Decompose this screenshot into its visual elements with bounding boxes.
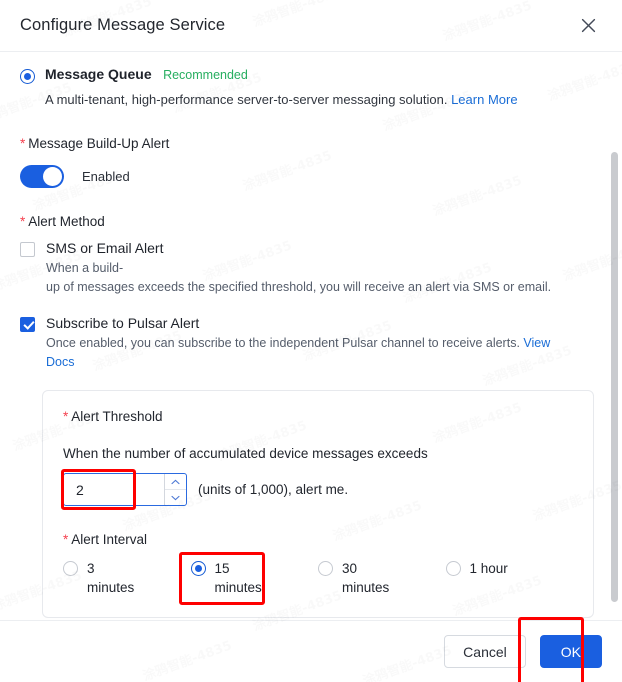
alert-method-label-text: Alert Method [28, 214, 105, 229]
build-up-alert-toggle-row: Enabled [20, 165, 596, 188]
radio-label: 1 hour [469, 561, 508, 576]
sms-alert-description: When a build- up of messages exceeds the… [46, 259, 551, 297]
subscribe-pulsar-alert-option[interactable]: Subscribe to Pulsar Alert Once enabled, … [20, 315, 596, 372]
toggle-state-label: Enabled [82, 169, 130, 184]
dialog-body: Message Queue Recommended A multi-tenant… [0, 52, 622, 620]
radio-option-3-minutes[interactable]: 3 minutes [63, 559, 145, 597]
configure-message-service-dialog: 涂鸦智能-4835 涂鸦智能-4835 涂鸦智能-4835 涂鸦智能-4835 … [0, 0, 622, 682]
required-mark: * [20, 136, 26, 151]
page-title: Configure Message Service [20, 16, 226, 34]
threshold-units-text: (units of 1,000), alert me. [198, 482, 349, 497]
service-option-description-text: A multi-tenant, high-performance server-… [45, 92, 452, 107]
alert-threshold-label: * Alert Threshold [63, 409, 573, 424]
radio-30-minutes[interactable] [318, 561, 333, 576]
toggle-knob [43, 167, 62, 186]
radio-label: 30 minutes [342, 561, 390, 595]
number-stepper[interactable] [164, 474, 186, 505]
checkbox-subscribe-pulsar-alert[interactable] [20, 317, 35, 332]
threshold-input-row: 2 (units of 1,000), alert me. [61, 469, 573, 510]
cancel-button[interactable]: Cancel [444, 635, 526, 668]
radio-3-minutes[interactable] [63, 561, 78, 576]
ok-button-wrapper: OK [517, 617, 602, 682]
required-mark: * [63, 409, 69, 424]
pulsar-alert-description-text: Once enabled, you can subscribe to the i… [46, 336, 524, 350]
alert-interval-label-text: Alert Interval [71, 532, 148, 547]
sms-alert-description-line1: When a build- [46, 261, 124, 275]
radio-15-minutes[interactable] [190, 561, 206, 576]
alert-method-label: * Alert Method [20, 214, 596, 229]
alert-interval-radio-group: 3 minutes 15 minutes 30 minutes 1 hour [63, 552, 573, 605]
message-build-up-alert-label: * Message Build-Up Alert [20, 136, 596, 151]
service-option-description: A multi-tenant, high-performance server-… [45, 89, 518, 110]
radio-option-1-hour[interactable]: 1 hour [445, 559, 528, 597]
scrollbar-thumb[interactable] [611, 152, 618, 602]
threshold-value[interactable]: 2 [64, 482, 164, 498]
pulsar-alert-title: Subscribe to Pulsar Alert [46, 315, 200, 331]
ok-button[interactable]: OK [539, 635, 602, 668]
pulsar-alert-description: Once enabled, you can subscribe to the i… [46, 334, 581, 372]
vertical-scrollbar[interactable] [610, 52, 619, 620]
dialog-footer: Cancel OK [0, 617, 622, 682]
sms-alert-title: SMS or Email Alert [46, 240, 164, 256]
close-icon[interactable] [576, 14, 600, 38]
required-mark: * [63, 532, 69, 547]
message-build-up-alert-label-text: Message Build-Up Alert [28, 136, 170, 151]
dialog-header: Configure Message Service [0, 0, 622, 52]
threshold-number-input[interactable]: 2 [63, 473, 187, 506]
radio-option-30-minutes[interactable]: 30 minutes [318, 559, 400, 597]
threshold-prompt: When the number of accumulated device me… [63, 446, 428, 461]
service-option-message-queue[interactable]: Message Queue Recommended A multi-tenant… [20, 66, 596, 110]
radio-message-queue[interactable] [20, 69, 35, 84]
required-mark: * [20, 214, 26, 229]
radio-option-15-minutes[interactable]: 15 minutes [190, 559, 273, 597]
chevron-down-icon[interactable] [165, 490, 186, 505]
learn-more-link[interactable]: Learn More [451, 92, 517, 107]
recommended-badge: Recommended [163, 68, 248, 82]
alert-threshold-label-text: Alert Threshold [71, 409, 163, 424]
checkbox-sms-or-email-alert[interactable] [20, 242, 35, 257]
build-up-alert-toggle[interactable] [20, 165, 64, 188]
sms-or-email-alert-option[interactable]: SMS or Email Alert When a build- up of m… [20, 240, 596, 297]
service-option-title: Message Queue [45, 66, 152, 82]
sms-alert-description-line2: up of messages exceeds the specified thr… [46, 280, 552, 294]
radio-label: 3 minutes [87, 561, 135, 595]
chevron-up-icon[interactable] [165, 474, 186, 490]
radio-label: 15 minutes [214, 561, 262, 595]
alert-interval-label: * Alert Interval [63, 532, 573, 547]
alert-threshold-panel: * Alert Threshold When the number of accu… [42, 390, 594, 618]
radio-1-hour[interactable] [445, 561, 461, 576]
